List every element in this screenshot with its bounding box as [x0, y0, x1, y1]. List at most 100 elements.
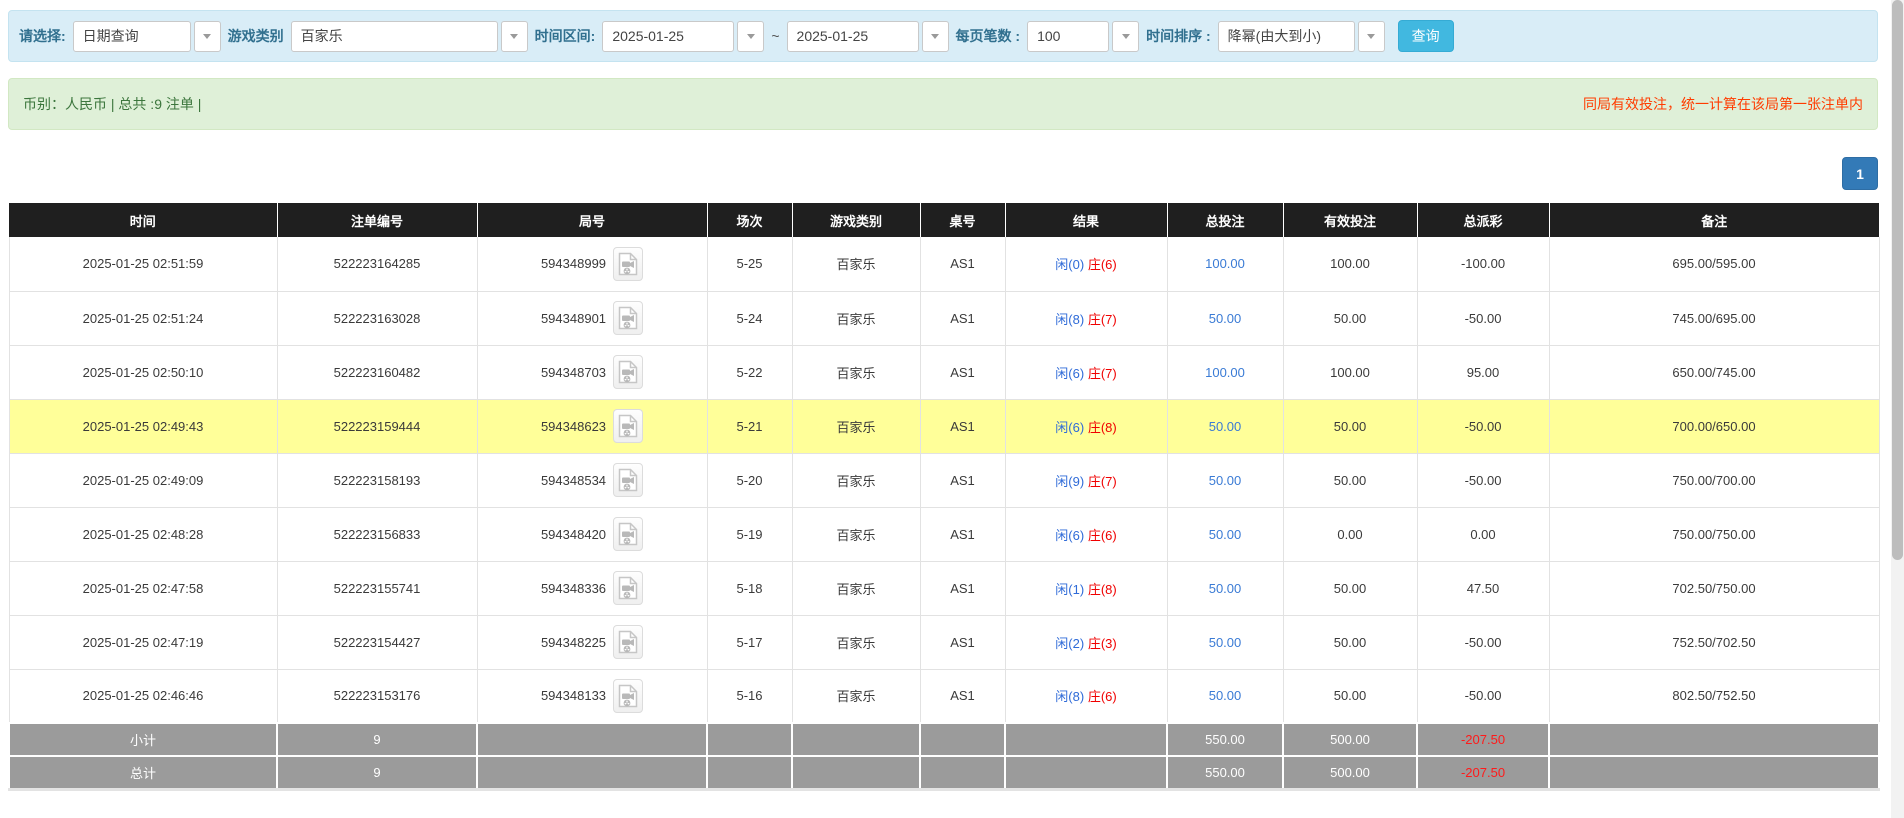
currency-total-text: 币别：人民币 | 总共 :9 注单 |: [23, 96, 202, 112]
subtotal-row: 小计 9 550.00 500.00 -207.50: [8, 722, 1880, 757]
round-id-value: 594348901: [540, 310, 607, 326]
game-category-select[interactable]: 百家乐: [290, 20, 528, 52]
header-table-no: 桌号: [920, 203, 1006, 237]
cell-valid-bet: 50.00: [1282, 291, 1418, 346]
cell-payout: -50.00: [1416, 615, 1550, 670]
total-bet-link[interactable]: 50.00: [1209, 635, 1242, 650]
page-size-value[interactable]: 100: [1027, 20, 1110, 52]
search-button[interactable]: 查询: [1397, 20, 1454, 52]
cell-round-id: 594348999: [476, 237, 708, 292]
header-bet-id: 注单编号: [277, 203, 478, 237]
query-type-value[interactable]: 日期查询: [72, 20, 191, 52]
cell-total-bet: 50.00: [1166, 399, 1284, 454]
table-row[interactable]: 2025-01-25 02:47:58 522223155741 5943483…: [8, 561, 1880, 616]
table-row[interactable]: 2025-01-25 02:49:43 522223159444 5943486…: [8, 399, 1880, 454]
cell-game-type: 百家乐: [791, 615, 921, 670]
date-end-select[interactable]: 2025-01-25: [786, 20, 949, 52]
date-end-value[interactable]: 2025-01-25: [786, 20, 919, 52]
result-banker: 庄(3): [1087, 635, 1117, 651]
total-label: 总计: [8, 755, 278, 790]
date-start-dropdown-button[interactable]: [737, 20, 765, 52]
table-row[interactable]: 2025-01-25 02:46:46 522223153176 5943481…: [8, 669, 1880, 724]
cell-round-id: 594348623: [476, 399, 708, 454]
query-type-select[interactable]: 日期查询: [72, 20, 221, 52]
video-record-button[interactable]: [613, 625, 644, 659]
cell-total-bet: 50.00: [1166, 561, 1284, 616]
video-record-button[interactable]: [613, 246, 644, 281]
total-bet-link[interactable]: 50.00: [1209, 581, 1242, 596]
cell-remark: 750.00/700.00: [1548, 453, 1880, 508]
cell-session: 5-17: [706, 615, 793, 670]
date-end-dropdown-button[interactable]: [921, 20, 949, 52]
game-category-value[interactable]: 百家乐: [290, 20, 498, 52]
cell-bet-id: 522223153176: [276, 669, 478, 724]
total-row: 总计 9 550.00 500.00 -207.50: [8, 755, 1880, 790]
cell-time: 2025-01-25 02:49:43: [8, 399, 278, 454]
cell-round-id: 594348534: [476, 453, 708, 508]
total-bet-link[interactable]: 50.00: [1209, 473, 1242, 488]
cell-time: 2025-01-25 02:48:28: [8, 507, 278, 562]
cell-result: 闲(9) 庄(7): [1004, 453, 1168, 508]
cell-round-id: 594348336: [476, 561, 708, 616]
video-record-button[interactable]: [613, 301, 644, 335]
date-start-select[interactable]: 2025-01-25: [602, 20, 765, 52]
table-row[interactable]: 2025-01-25 02:47:19 522223154427 5943482…: [8, 615, 1880, 670]
cell-table-no: AS1: [919, 507, 1006, 562]
table-row[interactable]: 2025-01-25 02:51:24 522223163028 5943489…: [8, 291, 1880, 346]
page-1-button[interactable]: 1: [1842, 157, 1878, 190]
cell-game-type: 百家乐: [791, 291, 921, 346]
cell-session: 5-16: [706, 669, 793, 724]
video-record-button[interactable]: [613, 463, 644, 497]
video-record-button[interactable]: [613, 355, 644, 389]
round-id-value: 594348999: [540, 256, 607, 272]
video-record-button[interactable]: [613, 409, 644, 443]
chevron-down-icon: [1121, 33, 1130, 39]
video-record-button[interactable]: [613, 571, 644, 605]
round-id-value: 594348534: [540, 472, 607, 488]
total-bet-link[interactable]: 100.00: [1205, 256, 1245, 271]
table-row[interactable]: 2025-01-25 02:50:10 522223160482 5943487…: [8, 345, 1880, 400]
filter-bar: 请选择: 日期查询 游戏类别 百家乐 时间区间: 2025-01-25 ~ 20…: [8, 10, 1878, 62]
cell-table-no: AS1: [919, 237, 1006, 292]
table-summary: 小计 9 550.00 500.00 -207.50 总计 9 550.00 5…: [8, 722, 1880, 790]
table-row[interactable]: 2025-01-25 02:48:28 522223156833 5943484…: [8, 507, 1880, 562]
video-record-button[interactable]: [613, 678, 644, 713]
cell-payout: -50.00: [1416, 399, 1550, 454]
cell-table-no: AS1: [919, 453, 1006, 508]
cell-round-id: 594348420: [476, 507, 708, 562]
video-record-icon: [618, 360, 638, 384]
page-size-select[interactable]: 100: [1027, 20, 1140, 52]
cell-round-id: 594348133: [476, 669, 708, 724]
time-sort-value[interactable]: 降幂(由大到小): [1217, 20, 1355, 52]
total-bet-link[interactable]: 50.00: [1209, 527, 1242, 542]
video-record-button[interactable]: [613, 517, 644, 551]
total-bet-link[interactable]: 50.00: [1209, 419, 1242, 434]
total-bet-link[interactable]: 50.00: [1209, 311, 1242, 326]
cell-table-no: AS1: [919, 399, 1006, 454]
cell-payout: 0.00: [1416, 507, 1550, 562]
scrollbar-thumb[interactable]: [1892, 0, 1903, 560]
cell-total-bet: 50.00: [1166, 507, 1284, 562]
page-size-dropdown-button[interactable]: [1112, 20, 1140, 52]
valid-bet-note: 同局有效投注，统一计算在该局第一张注单内: [1583, 96, 1863, 112]
total-bet-link[interactable]: 50.00: [1209, 688, 1242, 703]
result-player: 闲(0): [1055, 257, 1085, 273]
cell-remark: 752.50/702.50: [1548, 615, 1880, 670]
chevron-down-icon: [1367, 33, 1376, 39]
time-sort-select[interactable]: 降幂(由大到小): [1217, 20, 1385, 52]
cell-bet-id: 522223160482: [276, 345, 478, 400]
table-row[interactable]: 2025-01-25 02:51:59 522223164285 5943489…: [8, 237, 1880, 292]
video-record-icon: [618, 522, 638, 546]
total-bet-link[interactable]: 100.00: [1205, 365, 1245, 380]
query-type-dropdown-button[interactable]: [193, 20, 221, 52]
header-session: 场次: [707, 203, 793, 237]
table-row[interactable]: 2025-01-25 02:49:09 522223158193 5943485…: [8, 453, 1880, 508]
vertical-scrollbar[interactable]: [1891, 0, 1904, 818]
cell-game-type: 百家乐: [791, 237, 921, 292]
cell-session: 5-18: [706, 561, 793, 616]
cell-result: 闲(8) 庄(7): [1004, 291, 1168, 346]
time-sort-dropdown-button[interactable]: [1357, 20, 1385, 52]
game-category-dropdown-button[interactable]: [500, 20, 528, 52]
cell-session: 5-25: [706, 237, 793, 292]
date-start-value[interactable]: 2025-01-25: [602, 20, 735, 52]
